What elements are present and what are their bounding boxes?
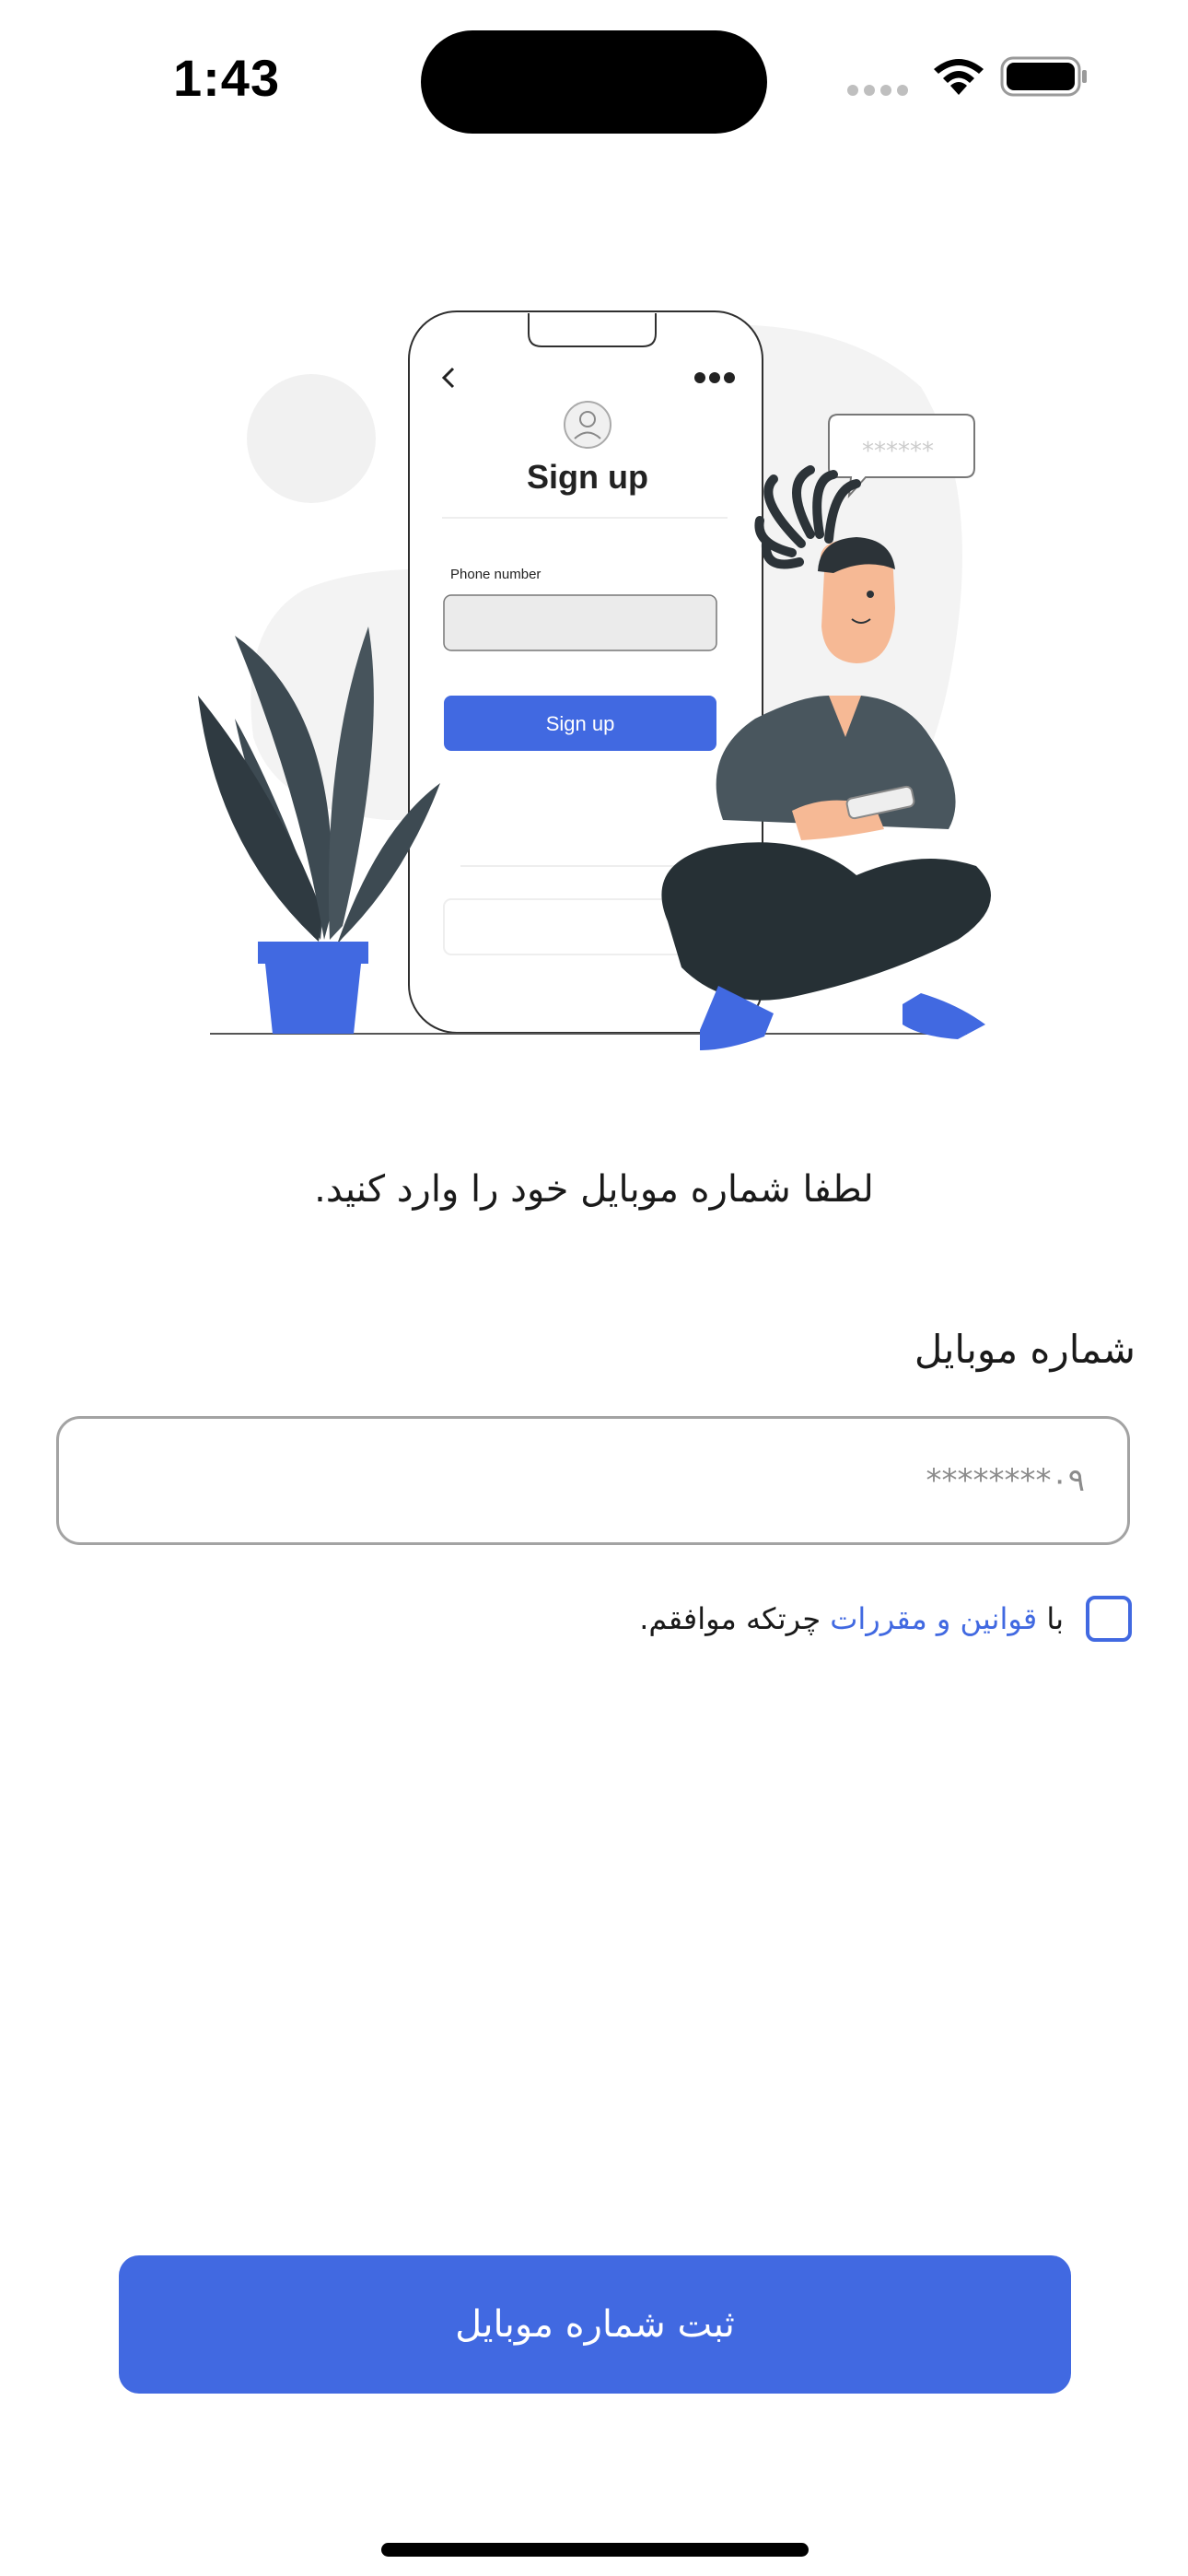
wifi-icon <box>934 59 984 95</box>
phone-field-label: شماره موبایل <box>914 1327 1136 1372</box>
signup-illustration: Sign up Phone number Sign up ****** <box>198 310 991 1050</box>
signal-dots-icon <box>847 85 908 96</box>
home-indicator[interactable] <box>381 2543 809 2557</box>
mockup-field-label: Phone number <box>450 567 541 582</box>
mockup-title: Sign up <box>527 458 648 496</box>
speech-bubble-text: ****** <box>862 438 934 465</box>
more-dots-icon <box>694 372 735 383</box>
dynamic-island <box>421 30 767 134</box>
status-icons <box>847 55 1089 98</box>
terms-text: با قوانین و مقررات چرتکه موافقم. <box>639 1601 1064 1636</box>
terms-suffix: چرتکه موافقم. <box>639 1601 831 1636</box>
terms-row: با قوانین و مقررات چرتکه موافقم. <box>639 1596 1132 1642</box>
terms-prefix: با <box>1037 1601 1064 1636</box>
instruction-text: لطفا شماره موبایل خود را وارد کنید. <box>314 1168 874 1211</box>
phone-input[interactable] <box>56 1416 1130 1545</box>
submit-phone-button[interactable]: ثبت شماره موبایل <box>119 2255 1071 2394</box>
terms-link[interactable]: قوانین و مقررات <box>830 1601 1037 1636</box>
status-time: 1:43 <box>173 49 281 107</box>
battery-icon <box>1000 56 1087 97</box>
avatar-icon <box>564 401 611 449</box>
mockup-button-label: Sign up <box>546 712 615 735</box>
terms-checkbox[interactable] <box>1086 1596 1132 1642</box>
